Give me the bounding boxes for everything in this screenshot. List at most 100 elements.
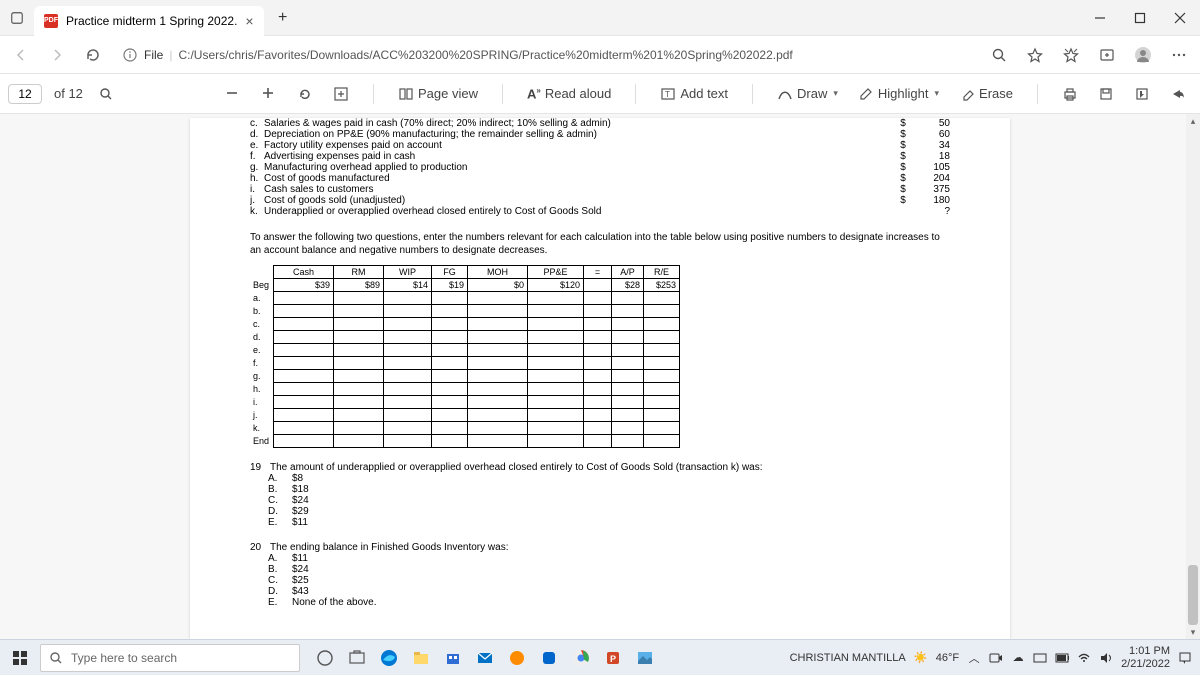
add-text-button[interactable]: T Add text <box>654 82 734 106</box>
worksheet-table: CashRMWIPFGMOHPP&E=A/PR/EBeg$39$89$14$19… <box>250 265 680 448</box>
new-tab-button[interactable]: + <box>268 3 298 33</box>
meet-now-icon[interactable] <box>989 651 1003 665</box>
more-menu-button[interactable] <box>1164 40 1194 70</box>
windows-taskbar: Type here to search P CHRISTIAN MANTILLA… <box>0 639 1200 675</box>
collections-button[interactable] <box>1092 40 1122 70</box>
tab-title: Practice midterm 1 Spring 2022. <box>66 14 237 28</box>
url-box[interactable]: File | C:/Users/chris/Favorites/Download… <box>114 47 978 63</box>
scroll-down-icon[interactable]: ▾ <box>1186 625 1200 639</box>
vertical-scrollbar[interactable]: ▴ ▾ <box>1186 114 1200 639</box>
window-titlebar: PDF Practice midterm 1 Spring 2022. × + <box>0 0 1200 36</box>
profile-button[interactable] <box>1128 40 1158 70</box>
info-icon <box>122 47 138 63</box>
find-button[interactable] <box>984 40 1014 70</box>
forward-button[interactable] <box>42 40 72 70</box>
instructions-text: To answer the following two questions, e… <box>250 231 950 257</box>
cortana-icon[interactable] <box>342 643 372 673</box>
answer-option: E.$11 <box>268 517 950 528</box>
minimize-button[interactable] <box>1080 0 1120 36</box>
app-icon[interactable] <box>534 643 564 673</box>
teams-user-label: CHRISTIAN MANTILLA <box>790 652 906 664</box>
tab-strip-icon <box>10 11 24 25</box>
toolbar-search-icon[interactable] <box>91 79 121 109</box>
back-button[interactable] <box>6 40 36 70</box>
browser-tab[interactable]: PDF Practice midterm 1 Spring 2022. × <box>34 6 264 36</box>
highlight-button[interactable]: Highlight ▾ <box>852 82 945 106</box>
volume-icon[interactable] <box>1099 651 1113 665</box>
store-icon[interactable] <box>438 643 468 673</box>
line-item: k.Underapplied or overapplied overhead c… <box>250 206 950 217</box>
save-as-button[interactable] <box>1128 82 1156 106</box>
favorites-button[interactable] <box>1056 40 1086 70</box>
scroll-up-icon[interactable]: ▴ <box>1186 114 1200 128</box>
file-explorer-icon[interactable] <box>406 643 436 673</box>
weather-icon[interactable]: ☀️ <box>914 651 928 665</box>
clock[interactable]: 1:01 PM 2/21/2022 <box>1121 645 1170 669</box>
chevron-down-icon: ▾ <box>935 88 940 99</box>
system-tray: CHRISTIAN MANTILLA ☀️ 46°F ︿ ☁ 1:01 PM 2… <box>782 645 1200 669</box>
tray-chevron-icon[interactable]: ︿ <box>967 651 981 665</box>
line-item: h.Cost of goods manufactured$204 <box>250 173 950 184</box>
answer-option: A.$8 <box>268 473 950 484</box>
wifi-icon[interactable] <box>1077 651 1091 665</box>
question-20: 20The ending balance in Finished Goods I… <box>250 542 950 608</box>
edge-icon[interactable] <box>374 643 404 673</box>
close-tab-icon[interactable]: × <box>245 13 253 29</box>
erase-button[interactable]: Erase <box>953 82 1019 106</box>
question-19: 19The amount of underapplied or overappl… <box>250 462 950 528</box>
scrollbar-thumb[interactable] <box>1188 565 1198 625</box>
fit-page-button[interactable] <box>327 82 355 106</box>
answer-option: D.$29 <box>268 506 950 517</box>
zoom-in-button[interactable] <box>255 82 283 106</box>
browser-icon[interactable] <box>502 643 532 673</box>
close-window-button[interactable] <box>1160 0 1200 36</box>
page-footer: Page 12 of 12 <box>250 638 950 639</box>
read-aloud-button[interactable]: A» Read aloud <box>521 82 617 105</box>
line-item: e.Factory utility expenses paid on accou… <box>250 140 950 151</box>
chrome-icon[interactable] <box>566 643 596 673</box>
photos-icon[interactable] <box>630 643 660 673</box>
onedrive-icon[interactable]: ☁ <box>1011 651 1025 665</box>
answer-option: D.$43 <box>268 586 950 597</box>
pdf-viewport: c.Salaries & wages paid in cash (70% dir… <box>0 114 1200 639</box>
pdf-toolbar: of 12 Page view A» Read aloud T Add text… <box>0 74 1200 114</box>
line-item: c.Salaries & wages paid in cash (70% dir… <box>250 118 950 129</box>
page-view-button[interactable]: Page view <box>392 82 484 106</box>
refresh-button[interactable] <box>78 40 108 70</box>
input-icon[interactable] <box>1033 651 1047 665</box>
favorites-star-icon[interactable] <box>1020 40 1050 70</box>
page-total-label: of 12 <box>54 86 83 101</box>
print-button[interactable] <box>1056 82 1084 106</box>
line-item: g.Manufacturing overhead applied to prod… <box>250 162 950 173</box>
start-button[interactable] <box>0 640 40 676</box>
line-item: i.Cash sales to customers$375 <box>250 184 950 195</box>
save-button[interactable] <box>1092 82 1120 106</box>
answer-option: A.$11 <box>268 553 950 564</box>
draw-button[interactable]: Draw ▾ <box>771 82 844 106</box>
maximize-button[interactable] <box>1120 0 1160 36</box>
chevron-down-icon: ▾ <box>833 88 838 99</box>
rotate-button[interactable] <box>291 82 319 106</box>
pdf-icon: PDF <box>44 14 58 28</box>
svg-text:P: P <box>610 654 616 664</box>
notifications-icon[interactable] <box>1178 651 1192 665</box>
mail-icon[interactable] <box>470 643 500 673</box>
line-item: j.Cost of goods sold (unadjusted)$180 <box>250 195 950 206</box>
address-bar: File | C:/Users/chris/Favorites/Download… <box>0 36 1200 74</box>
url-text: C:/Users/chris/Favorites/Downloads/ACC%2… <box>178 48 792 62</box>
powerpoint-icon[interactable]: P <box>598 643 628 673</box>
taskbar-search[interactable]: Type here to search <box>40 644 300 672</box>
page-number-input[interactable] <box>8 84 42 104</box>
battery-icon[interactable] <box>1055 651 1069 665</box>
line-item: f.Advertising expenses paid in cash$18 <box>250 151 950 162</box>
url-scheme-label: File <box>144 48 163 62</box>
answer-option: B.$24 <box>268 564 950 575</box>
answer-option: E.None of the above. <box>268 597 950 608</box>
pdf-page: c.Salaries & wages paid in cash (70% dir… <box>190 118 1010 639</box>
zoom-out-button[interactable] <box>219 82 247 106</box>
share-button[interactable] <box>1164 82 1192 106</box>
temperature-label[interactable]: 46°F <box>936 652 959 664</box>
answer-option: C.$25 <box>268 575 950 586</box>
task-view-icon[interactable] <box>310 643 340 673</box>
search-placeholder: Type here to search <box>71 651 177 665</box>
